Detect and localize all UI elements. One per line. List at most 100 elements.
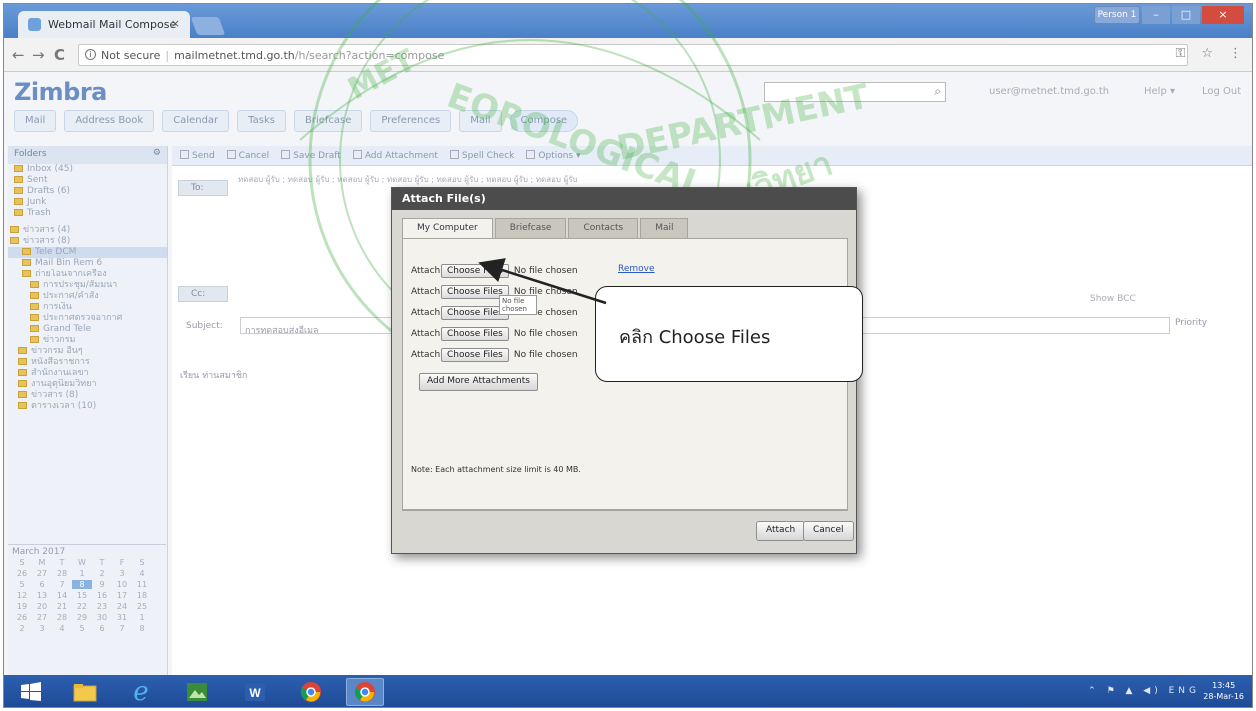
back-button[interactable]: ←	[12, 46, 25, 64]
calendar-day[interactable]: 4	[52, 624, 72, 633]
menu-icon[interactable]: ⋮	[1229, 46, 1242, 61]
calendar-day[interactable]: 28	[52, 569, 72, 578]
profile-button[interactable]: Person 1	[1094, 6, 1140, 24]
tab-contacts-source[interactable]: Contacts	[568, 218, 639, 238]
folder-item[interactable]: Mail Bin Rem 6	[8, 258, 167, 269]
calendar-day[interactable]: 29	[72, 613, 92, 622]
add-more-attachments-button[interactable]: Add More Attachments	[419, 373, 538, 391]
close-window-button[interactable]: ×	[1202, 6, 1244, 24]
calendar-day[interactable]: 2	[12, 624, 32, 633]
show-bcc-link[interactable]: Show BCC	[1090, 294, 1136, 304]
folder-item[interactable]: Junk	[8, 197, 167, 208]
calendar-day[interactable]: 21	[52, 602, 72, 611]
message-body[interactable]: เรียน ท่านสมาชิก	[180, 368, 247, 382]
attach-button[interactable]: Attach	[756, 521, 806, 541]
calendar-month[interactable]: March 2017	[8, 544, 166, 558]
tab-preferences[interactable]: Preferences	[370, 110, 452, 132]
calendar-day[interactable]: 6	[32, 580, 52, 589]
calendar-day[interactable]: 31	[112, 613, 132, 622]
logout-link[interactable]: Log Out	[1202, 86, 1241, 97]
calendar-day[interactable]: 27	[32, 613, 52, 622]
tab-mail-2[interactable]: Mail	[459, 110, 502, 132]
cancel-button[interactable]: Cancel	[803, 521, 854, 541]
calendar-day[interactable]: 24	[112, 602, 132, 611]
calendar-day[interactable]: 13	[32, 591, 52, 600]
calendar-day[interactable]: 1	[72, 569, 92, 578]
compose-toolbar-button[interactable]: Spell Check	[449, 150, 514, 161]
folder-item[interactable]: ข่าวสาร (8)	[8, 390, 167, 401]
folder-item[interactable]: การเงิน	[8, 302, 167, 313]
folder-item[interactable]: ประกาศ/คำสั่ง	[8, 291, 167, 302]
compose-toolbar-button[interactable]: Options ▾	[526, 150, 580, 161]
folder-item[interactable]: Drafts (6)	[8, 186, 167, 197]
folder-item[interactable]: Tele DCM	[8, 247, 167, 258]
taskbar-clock[interactable]: 13:45 28-Mar-16	[1203, 680, 1244, 702]
folder-item[interactable]: สำนักงานเลขา	[8, 368, 167, 379]
tab-briefcase[interactable]: Briefcase	[293, 110, 363, 132]
bookmark-star-icon[interactable]: ☆	[1201, 46, 1213, 61]
compose-toolbar-button[interactable]: Cancel	[226, 150, 269, 161]
calendar-day[interactable]: 3	[112, 569, 132, 578]
calendar-day[interactable]: 16	[92, 591, 112, 600]
photos-app-icon[interactable]	[178, 678, 216, 706]
tab-mail[interactable]: Mail	[14, 110, 57, 132]
folders-header[interactable]: Folders ⚙	[8, 146, 167, 164]
calendar-day[interactable]: 2	[92, 569, 112, 578]
calendar-day[interactable]: 1	[132, 613, 152, 622]
tab-briefcase-source[interactable]: Briefcase	[494, 218, 567, 238]
tab-compose[interactable]: Compose	[509, 110, 579, 132]
calendar-day[interactable]: 26	[12, 569, 32, 578]
calendar-day[interactable]: 7	[112, 624, 132, 633]
calendar-day[interactable]: 9	[92, 580, 112, 589]
file-explorer-icon[interactable]	[66, 678, 104, 706]
calendar-day[interactable]: 30	[92, 613, 112, 622]
calendar-day[interactable]: 22	[72, 602, 92, 611]
maximize-button[interactable]: □	[1172, 6, 1200, 24]
choose-files-button[interactable]: Choose Files	[441, 348, 509, 362]
folder-item[interactable]: ถ่ายโอนจากเครื่อง	[8, 269, 167, 280]
compose-toolbar-button[interactable]: Send	[180, 150, 215, 161]
calendar-day[interactable]: 15	[72, 591, 92, 600]
calendar-day[interactable]: 11	[132, 580, 152, 589]
folder-item[interactable]: ข่าวกรม อื่นๆ	[8, 346, 167, 357]
calendar-day[interactable]: 14	[52, 591, 72, 600]
folder-item[interactable]: ข่าวสาร (4)	[8, 225, 167, 236]
calendar-day[interactable]: 8	[72, 580, 92, 589]
address-bar[interactable]: i Not secure | mailmetnet.tmd.go.th/h/sear…	[78, 44, 1188, 66]
system-tray-icons[interactable]: ⌃ ⚑ ▲ ◀) ENG	[1088, 686, 1200, 696]
calendar-day[interactable]: 17	[112, 591, 132, 600]
compose-toolbar-button[interactable]: Save Draft	[281, 150, 341, 161]
compose-toolbar-button[interactable]: Add Attachment	[352, 150, 438, 161]
calendar-day[interactable]: 18	[132, 591, 152, 600]
tab-tasks[interactable]: Tasks	[237, 110, 286, 132]
folder-item[interactable]: Inbox (45)	[8, 164, 167, 175]
word-app-icon[interactable]: W	[236, 678, 274, 706]
calendar-day[interactable]: 7	[52, 580, 72, 589]
calendar-day[interactable]: 19	[12, 602, 32, 611]
tab-close-icon[interactable]: ×	[171, 17, 180, 30]
calendar-day[interactable]: 5	[12, 580, 32, 589]
calendar-day[interactable]: 20	[32, 602, 52, 611]
folder-item[interactable]: ประกาศตรวจอากาศ	[8, 313, 167, 324]
choose-files-button[interactable]: Choose Files	[441, 264, 509, 278]
dialog-title[interactable]: Attach File(s)	[392, 188, 856, 210]
gear-icon[interactable]: ⚙	[153, 148, 161, 158]
folder-item[interactable]: การประชุม/สัมมนา	[8, 280, 167, 291]
tab-mail-source[interactable]: Mail	[640, 218, 689, 238]
tab-my-computer[interactable]: My Computer	[402, 218, 493, 238]
chrome-active-icon[interactable]	[346, 678, 384, 706]
calendar-day[interactable]: 23	[92, 602, 112, 611]
new-tab-button[interactable]	[190, 17, 226, 35]
to-button[interactable]: To:	[178, 180, 228, 196]
help-menu[interactable]: Help ▾	[1144, 86, 1175, 97]
choose-files-button[interactable]: Choose Files	[441, 327, 509, 341]
folder-item[interactable]: งานอุตุนิยมวิทยา	[8, 379, 167, 390]
to-recipients[interactable]: ทดสอบ ผู้รับ ; ทดสอบ ผู้รับ ; ทดสอบ ผู้ร…	[238, 174, 1238, 185]
chrome-app-icon[interactable]	[292, 678, 330, 706]
calendar-day[interactable]: 8	[132, 624, 152, 633]
calendar-day[interactable]: 27	[32, 569, 52, 578]
calendar-day[interactable]: 3	[32, 624, 52, 633]
calendar-day[interactable]: 5	[72, 624, 92, 633]
calendar-day[interactable]: 6	[92, 624, 112, 633]
calendar-day[interactable]: 12	[12, 591, 32, 600]
